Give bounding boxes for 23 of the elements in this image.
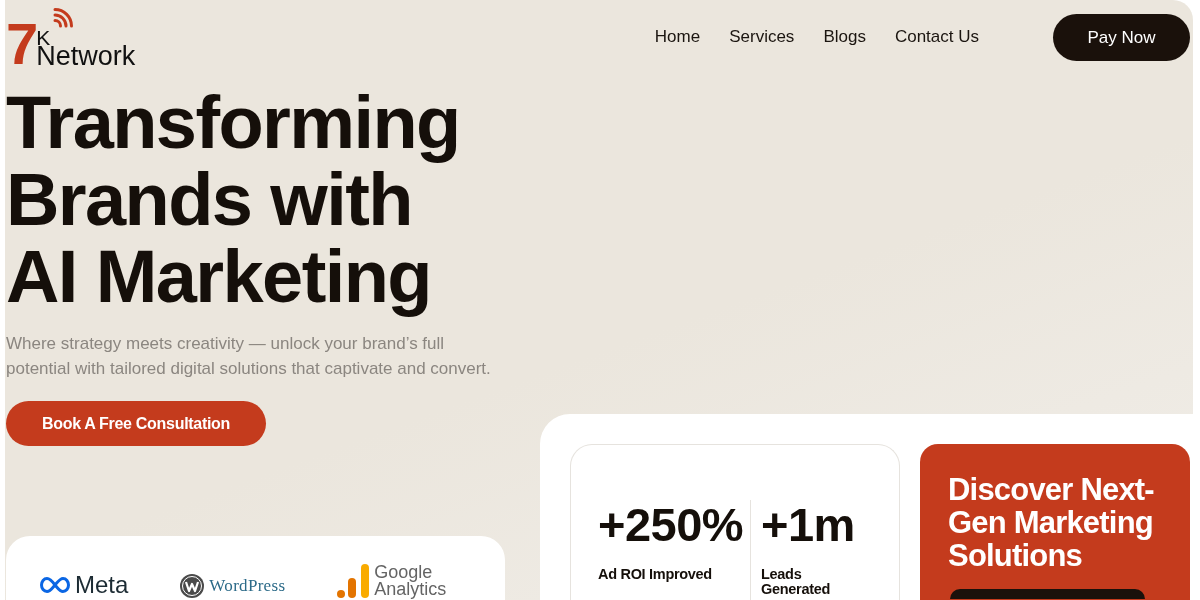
signal-icon: [53, 6, 76, 28]
logo-numeral: 7: [6, 14, 37, 74]
pay-now-button[interactable]: Pay Now: [1053, 14, 1190, 61]
partner-name: Meta: [75, 572, 129, 598]
logo-name: Network: [36, 44, 136, 68]
infinity-logo-icon: [40, 577, 70, 593]
hero-heading: Transforming Brands with AI Marketing: [6, 84, 461, 315]
logo-letter: K: [36, 30, 51, 45]
stat-label: Leads Generated: [761, 567, 832, 597]
stat-value: +1m: [761, 500, 855, 550]
bar-chart-logo-icon: [337, 564, 370, 598]
consultation-button[interactable]: Book A Free Consultation: [6, 401, 266, 446]
nav-link[interactable]: Blogs: [823, 27, 866, 47]
partner-name: WordPress: [209, 575, 286, 597]
nav-link[interactable]: Home: [654, 27, 701, 47]
nav-link[interactable]: Services: [729, 27, 795, 47]
stat-label: Ad ROI Improved: [598, 567, 712, 582]
partner-name: Google Analytics: [374, 564, 448, 598]
dark-pill-button[interactable]: [950, 589, 1145, 599]
nav-link[interactable]: Contact Us: [894, 27, 979, 47]
stat-value: +250%: [598, 500, 744, 550]
hero-subtitle: Where strategy meets creativity — unlock your brand’s full potential with tailored digital solutions that captivate and convert.: [6, 333, 492, 380]
promo-heading: Discover Next-Gen Marketing Solutions: [948, 473, 1155, 572]
